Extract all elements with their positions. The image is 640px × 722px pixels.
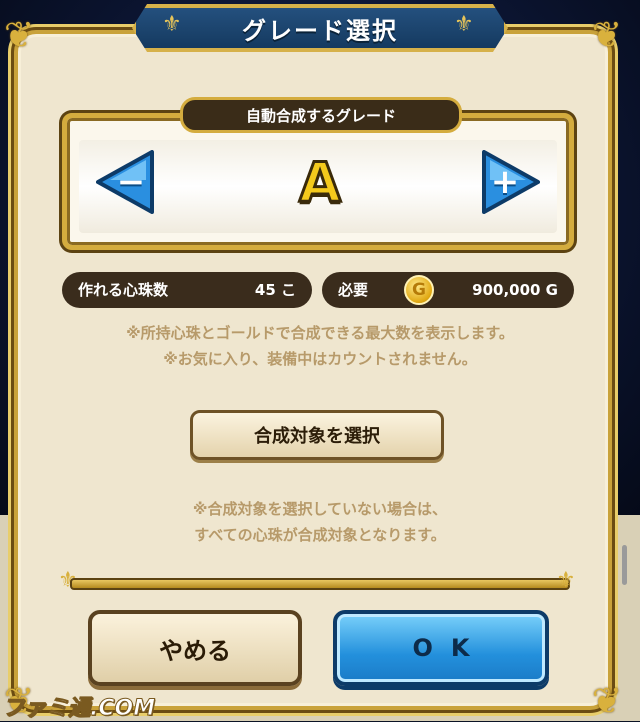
- note-line: すべての心珠が合成対象となります。: [194, 526, 446, 544]
- cancel-button[interactable]: やめる: [88, 610, 302, 686]
- notes-block: ※所持心珠とゴールドで合成できる最大数を表示します。 ※お気に入り、装備中はカウ…: [40, 320, 600, 372]
- gold-coin-icon: G: [404, 275, 434, 305]
- required-value: 900,000 G: [472, 281, 558, 299]
- note-line: ※合成対象を選択していない場合は、: [192, 500, 448, 518]
- ok-button[interactable]: OK: [333, 610, 549, 686]
- craftable-count-pill: 作れる心珠数 45 こ: [62, 272, 312, 308]
- dialog-title: グレード選択: [242, 16, 398, 45]
- grade-decrease-button[interactable]: −: [96, 150, 154, 214]
- corner-ornament-icon: ❦: [4, 15, 35, 56]
- required-label: 必要: [338, 281, 369, 299]
- grade-label: 自動合成するグレード: [180, 97, 462, 133]
- target-notes-block: ※合成対象を選択していない場合は、 すべての心珠が合成対象となります。: [40, 496, 600, 548]
- minus-icon: −: [116, 162, 146, 202]
- title-plate: グレード選択: [132, 4, 508, 52]
- craftable-value: 45 こ: [254, 281, 296, 299]
- divider: [70, 578, 570, 590]
- note-line: ※お気に入り、装備中はカウントされません。: [163, 350, 477, 368]
- required-gold-pill: 必要 G 900,000 G: [322, 272, 574, 308]
- craftable-label: 作れる心珠数: [78, 281, 169, 299]
- scrollbar-thumb[interactable]: [622, 545, 627, 585]
- plus-icon: +: [490, 162, 520, 202]
- corner-ornament-icon: ❦: [591, 15, 622, 56]
- grade-increase-button[interactable]: +: [482, 150, 540, 214]
- note-line: ※所持心珠とゴールドで合成できる最大数を表示します。: [126, 324, 514, 342]
- grade-value: A: [298, 150, 343, 215]
- fleur-de-lis-icon: ⚜: [162, 12, 182, 37]
- divider-ornament-icon: ⚜: [556, 568, 576, 593]
- select-target-button[interactable]: 合成対象を選択: [190, 410, 444, 460]
- watermark-logo: ファミ通.COM: [1, 696, 156, 722]
- fleur-de-lis-icon: ⚜: [454, 12, 474, 37]
- corner-ornament-icon: ❦: [591, 681, 622, 722]
